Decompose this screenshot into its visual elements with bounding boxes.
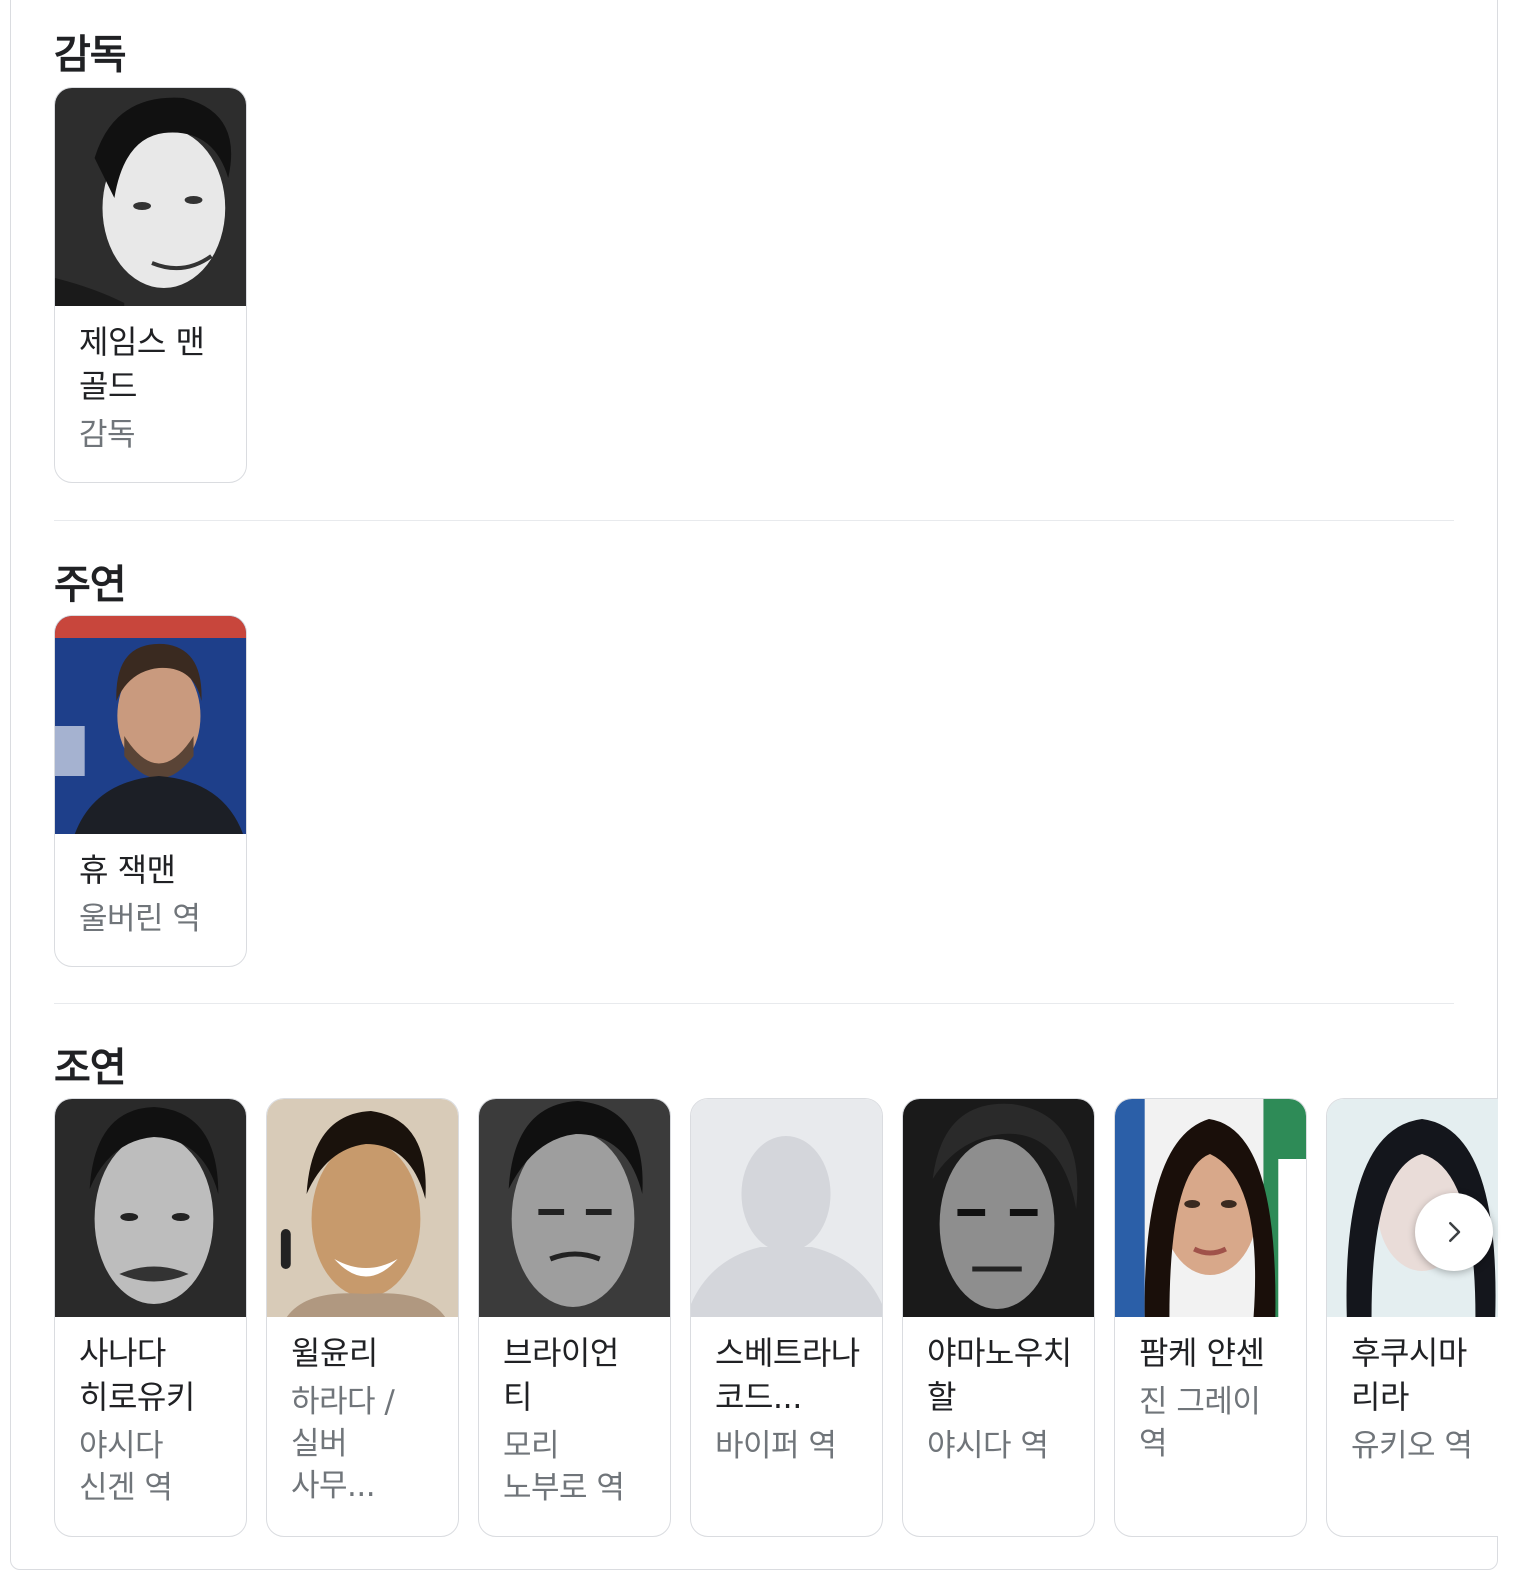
person-card[interactable]: 스베트라나 코드... 바이퍼 역 [690, 1098, 883, 1537]
person-role: 모리 노부로 역 [503, 1428, 625, 1506]
person-name: 브라이언 티 [503, 1334, 619, 1416]
person-card-main[interactable]: 휴 잭맨 울버린 역 [54, 615, 247, 967]
person-card[interactable]: 팜케 얀센 진 그레이 역 [1114, 1098, 1307, 1537]
person-name: 제임스 맨 골드 [79, 323, 205, 405]
person-card-director[interactable]: 제임스 맨 골드 감독 [54, 87, 247, 483]
person-role: 야시다 신겐 역 [79, 1428, 173, 1506]
actor-photo [267, 1099, 458, 1317]
person-name: 야마노우치 할 [927, 1334, 1072, 1416]
director-photo [55, 88, 246, 306]
actor-photo [903, 1099, 1094, 1317]
actor-photo [479, 1099, 670, 1317]
person-name: 휴 잭맨 [79, 851, 176, 889]
section-divider [54, 1003, 1454, 1004]
person-role: 감독 [79, 417, 136, 453]
actor-photo [55, 616, 246, 834]
person-card[interactable]: 야마노우치 할 야시다 역 [902, 1098, 1095, 1537]
person-name: 후쿠시마 리라 [1351, 1334, 1467, 1416]
actor-photo [55, 1099, 246, 1317]
actor-photo [1115, 1099, 1306, 1317]
person-role: 하라다 /실버 사무... [291, 1384, 395, 1504]
director-row: 제임스 맨 골드 감독 [54, 87, 1498, 484]
carousel-next-button[interactable] [1415, 1193, 1493, 1271]
chevron-right-icon [1449, 1222, 1461, 1242]
person-card[interactable]: 후쿠시마 리라 유키오 역 [1326, 1098, 1498, 1537]
person-name: 스베트라나 코드... [715, 1334, 860, 1416]
section-title-director: 감독 [54, 32, 127, 78]
section-title-supporting-cast: 조연 [54, 1045, 127, 1091]
person-name: 윌윤리 [291, 1334, 378, 1372]
director-section: 감독 [54, 30, 127, 80]
placeholder-person-icon [691, 1099, 882, 1317]
person-name: 사나다 히로유키 [79, 1334, 195, 1416]
person-role: 유키오 역 [1351, 1428, 1473, 1464]
main-cast-section: 주연 [54, 560, 127, 610]
section-divider [54, 520, 1454, 521]
person-role: 야시다 역 [927, 1428, 1049, 1464]
person-card[interactable]: 브라이언 티 모리 노부로 역 [478, 1098, 671, 1537]
person-card[interactable]: 윌윤리 하라다 /실버 사무... [266, 1098, 459, 1537]
person-role: 바이퍼 역 [715, 1428, 837, 1464]
person-name: 팜케 얀센 [1139, 1334, 1265, 1372]
section-title-main-cast: 주연 [54, 562, 127, 608]
person-role: 울버린 역 [79, 901, 201, 937]
main-cast-row: 휴 잭맨 울버린 역 [54, 615, 1498, 969]
person-card[interactable]: 사나다 히로유키 야시다 신겐 역 [54, 1098, 247, 1537]
supporting-cast-section: 조연 [54, 1043, 127, 1093]
person-role: 진 그레이 역 [1139, 1384, 1261, 1462]
supporting-cast-carousel: 사나다 히로유키 야시다 신겐 역 윌윤리 하라다 /실버 사무... 브라이언… [54, 1098, 1498, 1538]
